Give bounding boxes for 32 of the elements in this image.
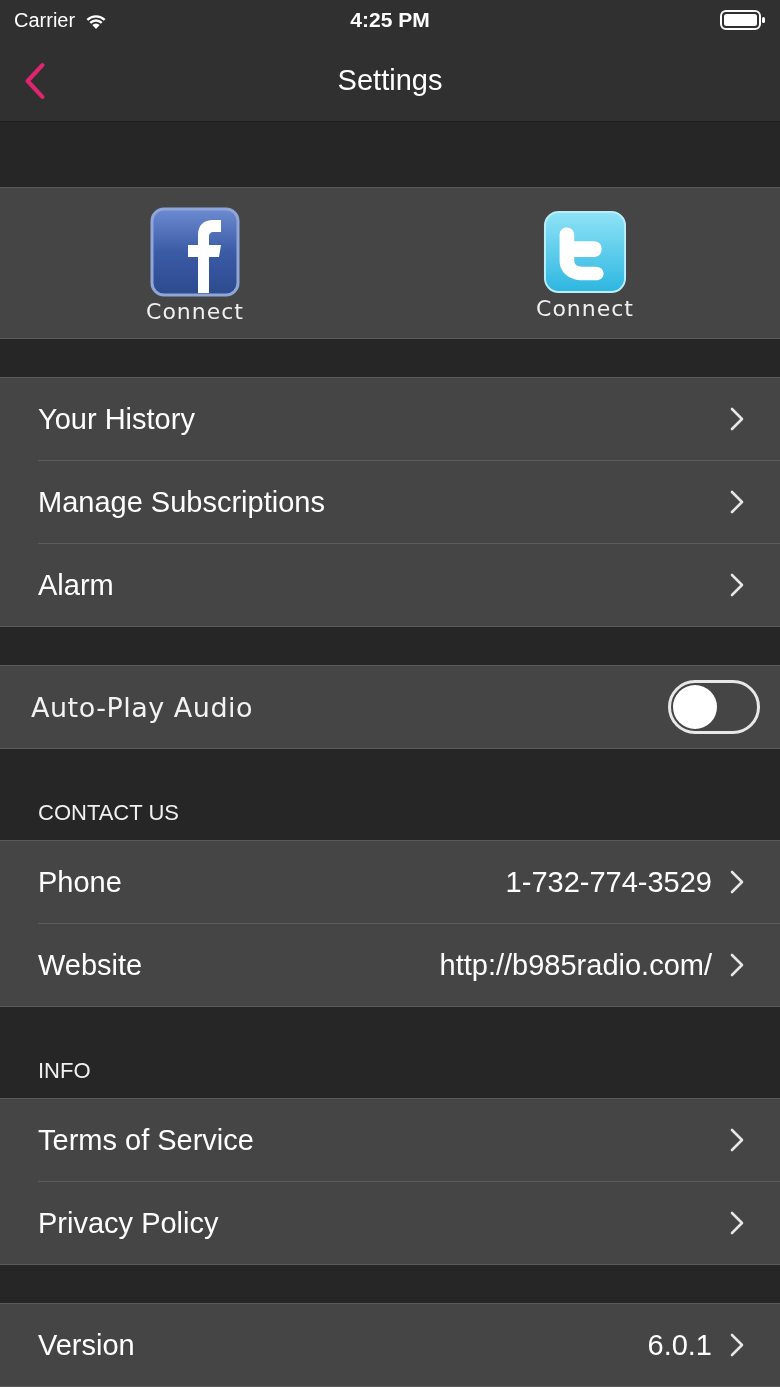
section-header: INFO (37, 1057, 92, 1085)
battery-icon (720, 9, 766, 31)
chevron-icon (730, 1333, 744, 1357)
row-label: Phone (38, 865, 122, 899)
facebook-icon[interactable] (150, 206, 240, 297)
row-label: Auto-Play Audio (31, 691, 254, 723)
carrier-name: Carrier (14, 8, 76, 32)
row-label: Alarm (38, 568, 114, 602)
row-label: Terms of Service (38, 1123, 254, 1157)
connect-label[interactable]: Connect (146, 298, 244, 324)
chevron-icon (730, 490, 744, 514)
status-time: 4:25 PM (350, 8, 430, 32)
bird-icon[interactable] (543, 209, 627, 294)
row-label: Version (38, 1328, 135, 1362)
row-label: Website (38, 948, 143, 982)
toggle-switch[interactable] (668, 680, 760, 734)
chevron-icon (730, 953, 744, 977)
screen-title: Settings (337, 64, 443, 97)
chevron-icon (730, 407, 744, 431)
row-label: Privacy Policy (38, 1206, 219, 1240)
row-label: Your History (38, 402, 195, 436)
row-value: 6.0.1 (647, 1328, 712, 1362)
connect-label[interactable]: Connect (536, 295, 634, 321)
row-value: http://b985radio.com/ (439, 948, 712, 982)
row-label: Manage Subscriptions (38, 485, 325, 519)
section-header: CONTACT US (37, 799, 180, 827)
chevron-icon (730, 1128, 744, 1152)
chevron-icon (730, 573, 744, 597)
back-icon[interactable] (24, 61, 46, 100)
row-value: 1-732-774-3529 (505, 865, 712, 899)
chevron-icon (730, 870, 744, 894)
chevron-icon (730, 1211, 744, 1235)
